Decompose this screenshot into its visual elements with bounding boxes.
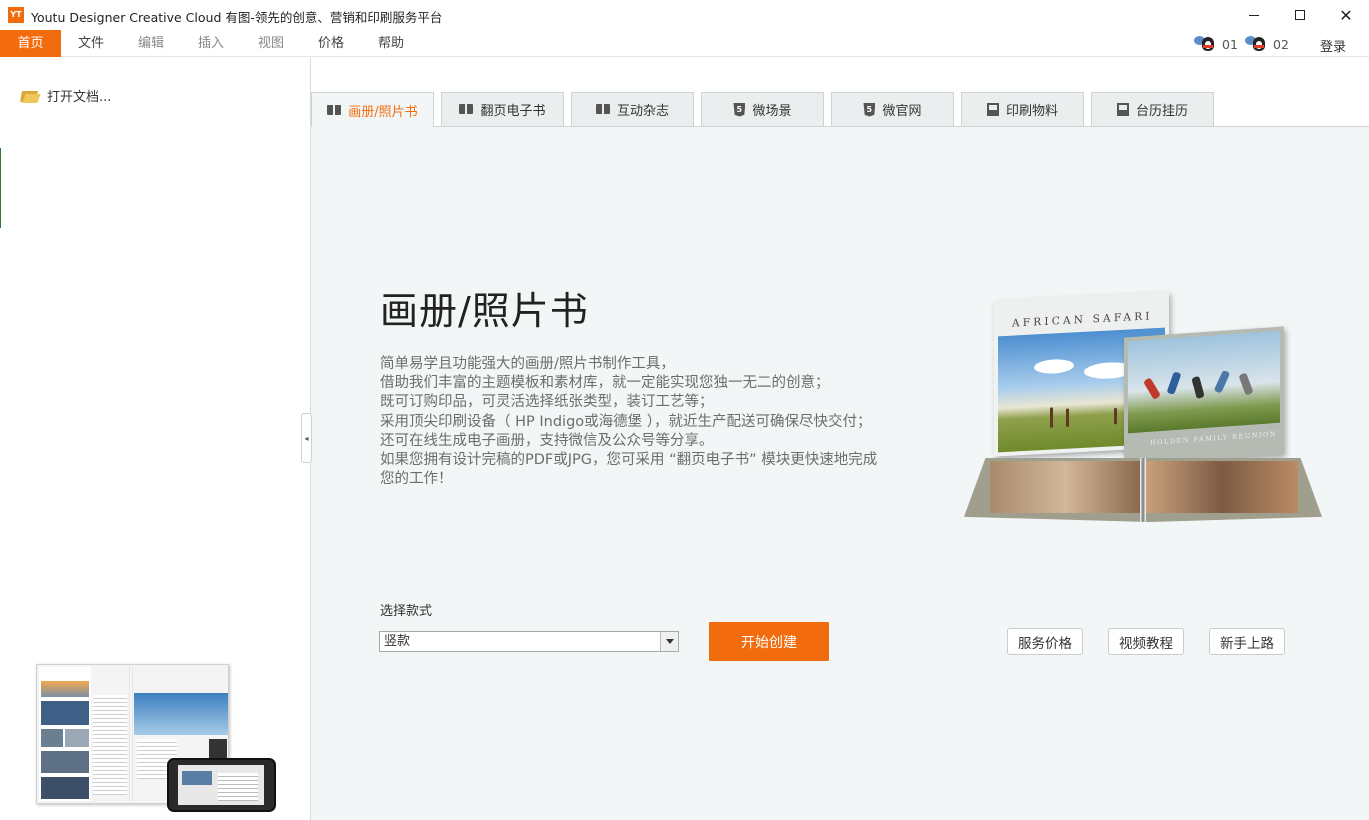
- tab-photo-book[interactable]: 画册/照片书: [311, 92, 434, 127]
- print-icon: [986, 103, 999, 116]
- left-panel: 打开文档...: [0, 58, 311, 820]
- video-tutorial-button[interactable]: 视频教程: [1108, 628, 1184, 655]
- book-icon: [459, 104, 474, 115]
- style-select-value: 竖款: [384, 634, 411, 649]
- book-icon: [327, 104, 342, 116]
- description-line: 既可订购印品，可灵活选择纸张类型，装订工艺等；: [380, 394, 714, 411]
- chevron-left-icon: ◂: [304, 433, 309, 443]
- minimize-button[interactable]: [1231, 0, 1277, 30]
- start-create-button[interactable]: 开始创建: [709, 622, 829, 661]
- tab-label: 画册/照片书: [348, 104, 418, 120]
- book-icon: [595, 104, 610, 115]
- menu-view[interactable]: 视图: [241, 30, 301, 57]
- close-icon: ✕: [1339, 5, 1353, 25]
- tab-print-materials[interactable]: 印刷物料: [961, 92, 1084, 126]
- login-link[interactable]: 登录: [1320, 36, 1346, 55]
- getting-started-button[interactable]: 新手上路: [1209, 628, 1285, 655]
- style-select[interactable]: 竖款: [379, 631, 679, 652]
- menu-home[interactable]: 首页: [0, 30, 61, 57]
- qq-label-2: 02: [1273, 36, 1289, 52]
- print-icon: [1116, 103, 1129, 116]
- html5-icon: 5: [733, 102, 746, 117]
- close-button[interactable]: ✕: [1323, 0, 1369, 30]
- window-title: Youtu Designer Creative Cloud 有图-领先的创意、营…: [31, 10, 443, 25]
- product-description: 简单易学且功能强大的画册/照片书制作工具， 借助我们丰富的主题模板和素材库，就一…: [380, 355, 885, 489]
- tab-label: 印刷物料: [1005, 104, 1058, 119]
- promo-image[interactable]: [36, 664, 276, 812]
- menu-help[interactable]: 帮助: [361, 30, 421, 57]
- tab-micro-scene[interactable]: 5 微场景: [701, 92, 824, 126]
- tab-label: 微官网: [882, 104, 922, 119]
- description-line: 还可在线生成电子画册，支持微信及公众号等分享。: [380, 432, 714, 449]
- description-line: 采用顶尖印刷设备（ HP Indigo或海德堡 ），就近生产配送可确保尽快交付；: [380, 413, 872, 430]
- title-bar: YT Youtu Designer Creative Cloud 有图-领先的创…: [0, 0, 1369, 30]
- qq-penguin-icon: [1245, 35, 1267, 53]
- tab-label: 翻页电子书: [480, 104, 546, 119]
- promo-phone-thumbnail: [167, 758, 276, 812]
- maximize-icon: [1295, 10, 1305, 20]
- photo-book-illustration: AFRICAN SAFARI HOLDEN FAMILY REUNION: [962, 290, 1324, 530]
- app-icon: YT: [8, 7, 24, 23]
- tab-calendar[interactable]: 台历挂历: [1091, 92, 1214, 126]
- qq-label-1: 01: [1222, 36, 1238, 52]
- family-book-title: HOLDEN FAMILY REUNION: [1150, 429, 1278, 447]
- tab-label: 微场景: [752, 104, 792, 119]
- qq-support-1[interactable]: 01: [1194, 34, 1238, 54]
- family-book-cover: HOLDEN FAMILY REUNION: [1124, 326, 1284, 466]
- menu-bar: 首页 文件 编辑 插入 视图 价格 帮助 01 02 登录: [0, 30, 1369, 57]
- qq-support-2[interactable]: 02: [1245, 34, 1289, 54]
- tab-label: 互动杂志: [616, 104, 669, 119]
- maximize-button[interactable]: [1277, 0, 1323, 30]
- service-price-button[interactable]: 服务价格: [1007, 628, 1083, 655]
- open-document-button[interactable]: 打开文档...: [20, 86, 112, 105]
- tab-label: 台历挂历: [1135, 104, 1188, 119]
- open-document-label: 打开文档...: [47, 90, 112, 105]
- qq-penguin-icon: [1194, 35, 1216, 53]
- menu-edit[interactable]: 编辑: [121, 30, 181, 57]
- menu-price[interactable]: 价格: [301, 30, 361, 57]
- html5-icon: 5: [863, 102, 876, 117]
- panel-edge-accent: [0, 148, 1, 228]
- tab-interactive-magazine[interactable]: 互动杂志: [571, 92, 694, 126]
- chevron-down-icon[interactable]: [660, 632, 678, 651]
- page-title: 画册/照片书: [380, 289, 589, 333]
- tab-flip-ebook[interactable]: 翻页电子书: [441, 92, 564, 126]
- menu-file[interactable]: 文件: [61, 30, 121, 57]
- style-label: 选择款式: [380, 604, 433, 619]
- open-photo-book: [964, 458, 1322, 522]
- folder-open-icon: [20, 89, 41, 103]
- menu-insert[interactable]: 插入: [181, 30, 241, 57]
- description-line: 借助我们丰富的主题模板和素材库，就一定能实现您独一无二的创意；: [380, 375, 830, 392]
- collapse-panel-button[interactable]: ◂: [301, 413, 312, 463]
- tab-micro-site[interactable]: 5 微官网: [831, 92, 954, 126]
- description-line: 简单易学且功能强大的画册/照片书制作工具，: [380, 356, 675, 372]
- description-line: 如果您拥有设计完稿的PDF或JPG，您可采用 “翻页电子书” 模块更快速地完成您…: [380, 452, 878, 488]
- minimize-icon: [1249, 14, 1259, 16]
